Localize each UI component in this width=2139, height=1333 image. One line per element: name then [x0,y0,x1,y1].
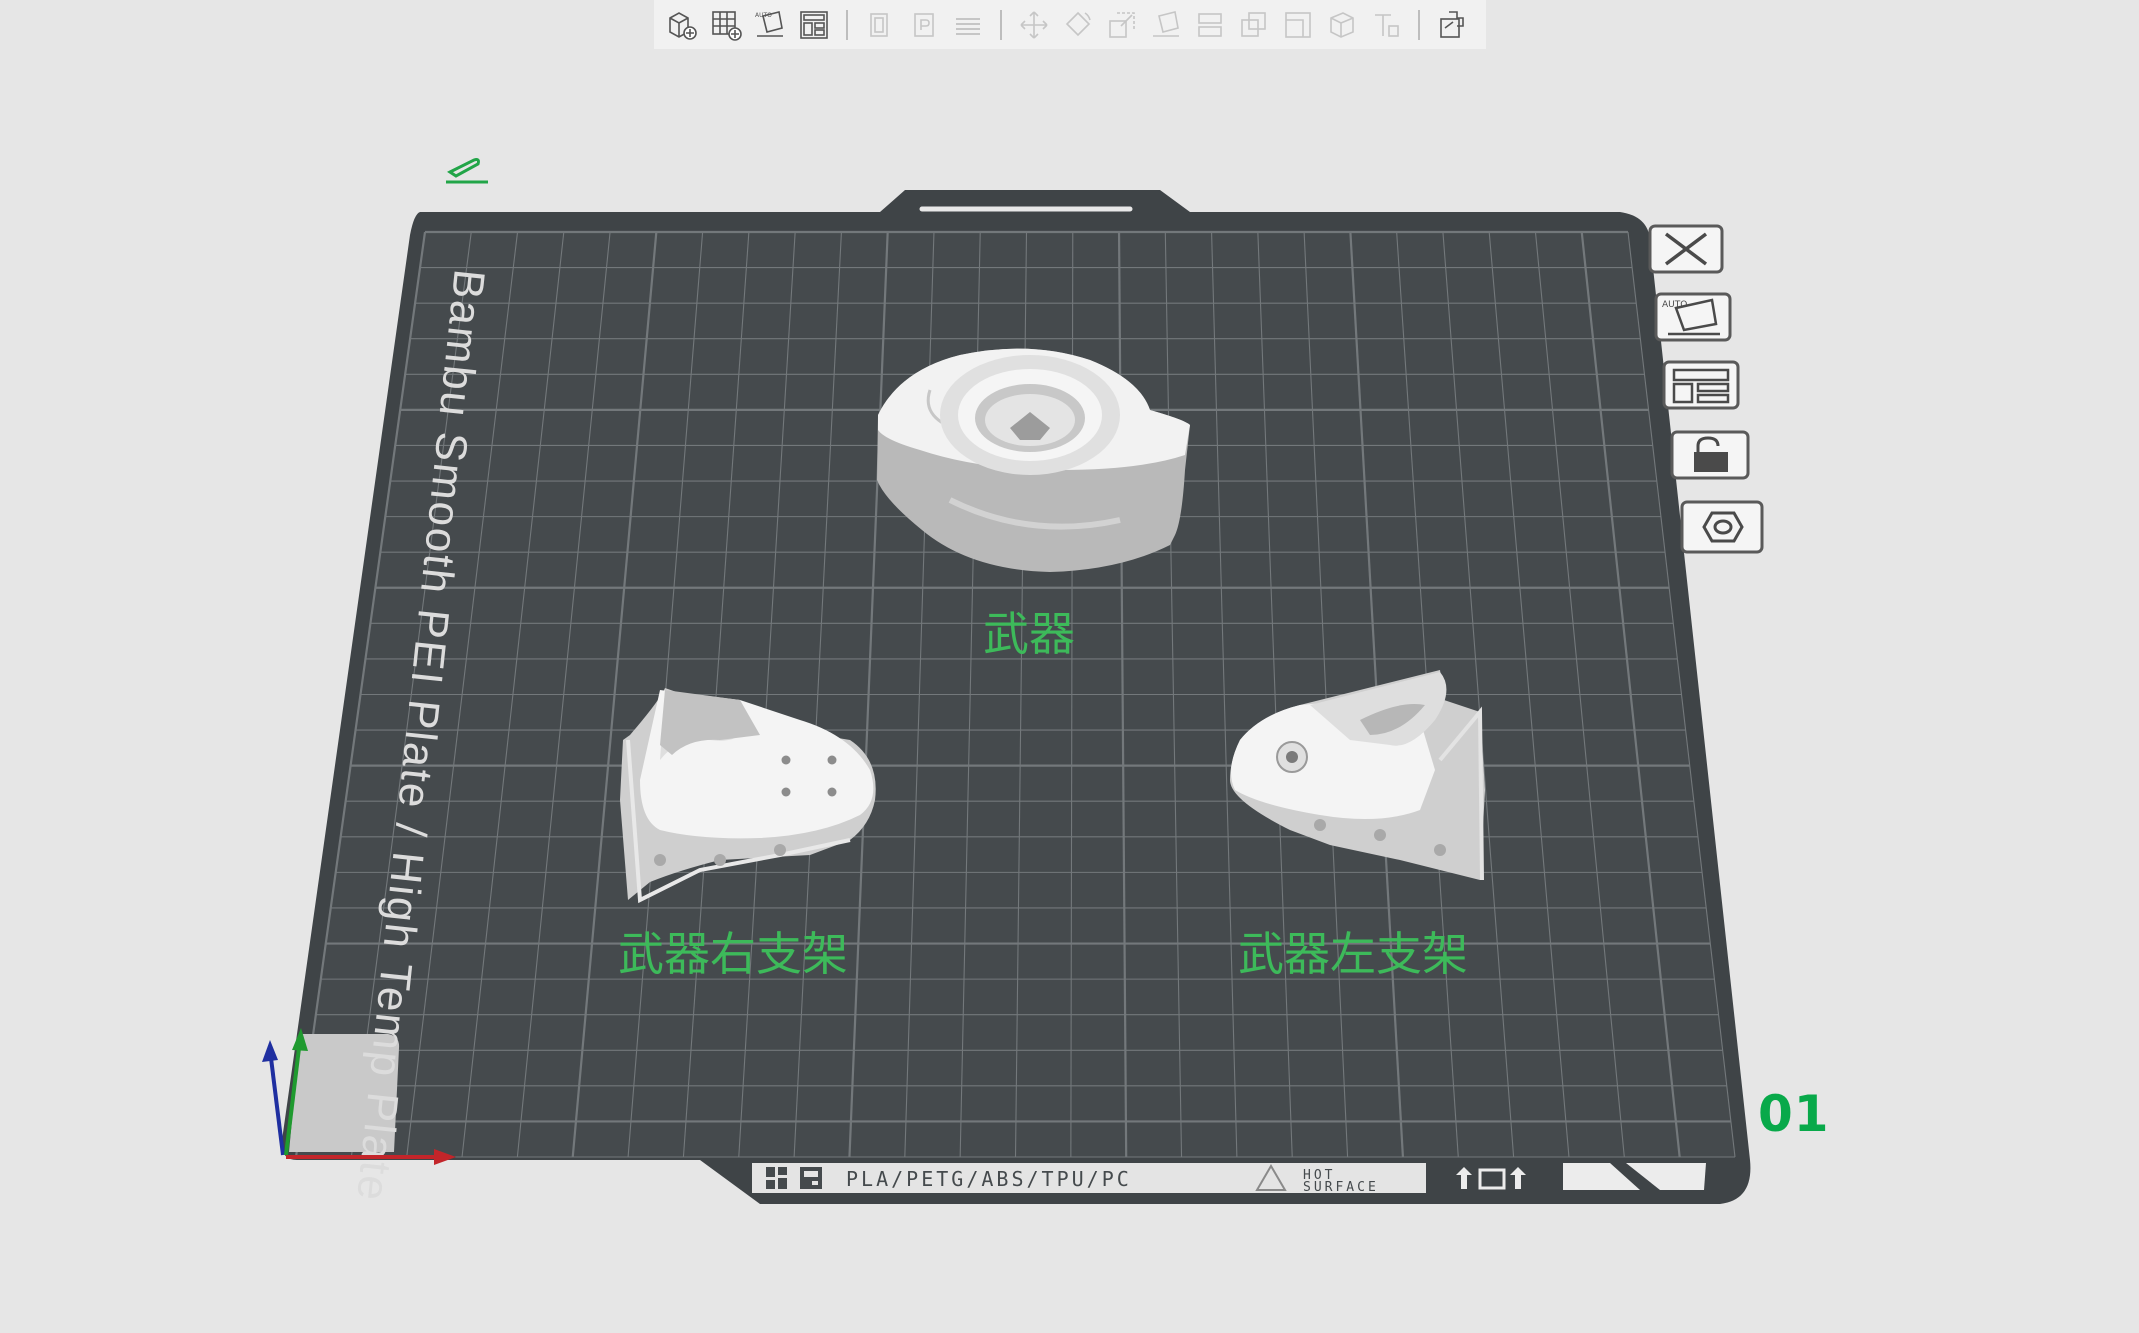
auto-orient-plate-button[interactable]: AUTO [1654,292,1732,342]
auto-label-glyph: AUTO [1662,300,1687,310]
build-plate: PLA/PETG/ABS/TPU/PC HOT SURFACE [281,190,1751,1204]
object-label: 武器 [983,607,1075,661]
arrange-plate-button[interactable] [1662,360,1740,410]
object-label: 武器左支架 [1238,927,1468,981]
filament-types-text: PLA/PETG/ABS/TPU/PC [846,1167,1132,1191]
lock-plate-button[interactable] [1670,430,1750,480]
plate-number[interactable]: 01 [1758,1085,1830,1143]
plate-settings-frame [1680,500,1764,554]
z-axis [268,1049,285,1156]
delete-plate-button[interactable] [1648,224,1724,274]
object-label: 武器右支架 [618,927,848,981]
edit-plate-name-icon[interactable] [446,158,488,184]
plate-settings-button[interactable] [1680,500,1764,554]
surface-label: SURFACE [1303,1180,1379,1195]
